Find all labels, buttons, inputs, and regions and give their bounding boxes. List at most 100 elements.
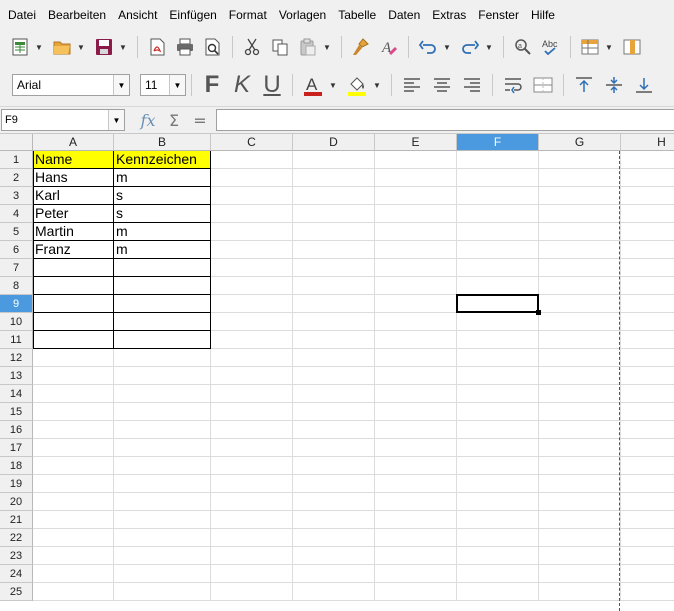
- cell-b17[interactable]: [114, 439, 211, 457]
- cell-g3[interactable]: [539, 187, 621, 205]
- cell-b22[interactable]: [114, 529, 211, 547]
- cell-c17[interactable]: [211, 439, 293, 457]
- cell-c9[interactable]: [211, 295, 293, 313]
- open-dropdown-icon[interactable]: ▼: [76, 33, 86, 61]
- cell-e3[interactable]: [375, 187, 457, 205]
- cell-c10[interactable]: [211, 313, 293, 331]
- cell-f7[interactable]: [457, 259, 539, 277]
- active-cell-cursor[interactable]: [456, 294, 539, 313]
- cell-h5[interactable]: [621, 223, 674, 241]
- cell-c13[interactable]: [211, 367, 293, 385]
- function-wizard-button[interactable]: fx: [135, 109, 161, 131]
- cell-f22[interactable]: [457, 529, 539, 547]
- menu-bearbeiten[interactable]: Bearbeiten: [42, 0, 112, 30]
- row-header-20[interactable]: 20: [0, 493, 33, 511]
- cell-f10[interactable]: [457, 313, 539, 331]
- cell-f5[interactable]: [457, 223, 539, 241]
- row-header-25[interactable]: 25: [0, 583, 33, 601]
- cell-e18[interactable]: [375, 457, 457, 475]
- cell-h3[interactable]: [621, 187, 674, 205]
- cell-d17[interactable]: [293, 439, 375, 457]
- align-bottom-icon[interactable]: [629, 70, 659, 100]
- cell-h11[interactable]: [621, 331, 674, 349]
- cell-a19[interactable]: [33, 475, 114, 493]
- cell-a16[interactable]: [33, 421, 114, 439]
- column-insert-icon[interactable]: [618, 33, 646, 61]
- cell-d8[interactable]: [293, 277, 375, 295]
- wrap-text-icon[interactable]: [498, 70, 528, 100]
- save-dropdown-icon[interactable]: ▼: [118, 33, 128, 61]
- cell-h17[interactable]: [621, 439, 674, 457]
- row-header-19[interactable]: 19: [0, 475, 33, 493]
- cell-d2[interactable]: [293, 169, 375, 187]
- row-header-17[interactable]: 17: [0, 439, 33, 457]
- cell-d6[interactable]: [293, 241, 375, 259]
- cell-a5[interactable]: Martin: [33, 223, 114, 241]
- cell-e4[interactable]: [375, 205, 457, 223]
- cell-f13[interactable]: [457, 367, 539, 385]
- cell-d24[interactable]: [293, 565, 375, 583]
- menu-format[interactable]: Format: [223, 0, 273, 30]
- column-header-a[interactable]: A: [33, 134, 114, 151]
- cell-c1[interactable]: [211, 151, 293, 169]
- cell-c19[interactable]: [211, 475, 293, 493]
- cell-d3[interactable]: [293, 187, 375, 205]
- column-header-e[interactable]: E: [375, 134, 457, 151]
- font-name-dropdown-icon[interactable]: ▼: [113, 75, 129, 95]
- cell-h1[interactable]: [621, 151, 674, 169]
- row-column-icon[interactable]: [576, 33, 604, 61]
- row-header-13[interactable]: 13: [0, 367, 33, 385]
- cell-e8[interactable]: [375, 277, 457, 295]
- cell-d16[interactable]: [293, 421, 375, 439]
- cell-c11[interactable]: [211, 331, 293, 349]
- formula-input[interactable]: [216, 109, 674, 131]
- column-header-h[interactable]: H: [621, 134, 674, 151]
- row-header-16[interactable]: 16: [0, 421, 33, 439]
- cell-f18[interactable]: [457, 457, 539, 475]
- menu-tabelle[interactable]: Tabelle: [332, 0, 382, 30]
- row-header-1[interactable]: 1: [0, 151, 33, 169]
- cell-f24[interactable]: [457, 565, 539, 583]
- spreadsheet-grid[interactable]: A B C D E F G H 1 2 3 4 5 6 7 8 9 10 11 12 13 14 15 16 17 18 19 20 2…: [0, 134, 674, 611]
- merge-cells-icon[interactable]: [528, 70, 558, 100]
- column-header-b[interactable]: B: [114, 134, 211, 151]
- cell-g2[interactable]: [539, 169, 621, 187]
- cell-c6[interactable]: [211, 241, 293, 259]
- cell-g1[interactable]: [539, 151, 621, 169]
- cell-a7[interactable]: [33, 259, 114, 277]
- cell-b5[interactable]: m: [114, 223, 211, 241]
- cell-c14[interactable]: [211, 385, 293, 403]
- cell-d18[interactable]: [293, 457, 375, 475]
- cell-h8[interactable]: [621, 277, 674, 295]
- cell-d11[interactable]: [293, 331, 375, 349]
- cell-b14[interactable]: [114, 385, 211, 403]
- cell-c12[interactable]: [211, 349, 293, 367]
- row-header-22[interactable]: 22: [0, 529, 33, 547]
- name-box[interactable]: F9 ▼: [1, 109, 125, 131]
- row-header-7[interactable]: 7: [0, 259, 33, 277]
- cell-g22[interactable]: [539, 529, 621, 547]
- undo-icon[interactable]: [414, 33, 442, 61]
- print-preview-icon[interactable]: [199, 33, 227, 61]
- menu-einfügen[interactable]: Einfügen: [163, 0, 222, 30]
- cell-a25[interactable]: [33, 583, 114, 601]
- cell-f11[interactable]: [457, 331, 539, 349]
- cell-a13[interactable]: [33, 367, 114, 385]
- cell-a21[interactable]: [33, 511, 114, 529]
- cell-f12[interactable]: [457, 349, 539, 367]
- cell-e20[interactable]: [375, 493, 457, 511]
- cell-h2[interactable]: [621, 169, 674, 187]
- cell-c20[interactable]: [211, 493, 293, 511]
- cell-d23[interactable]: [293, 547, 375, 565]
- cell-b15[interactable]: [114, 403, 211, 421]
- cell-c2[interactable]: [211, 169, 293, 187]
- cell-b21[interactable]: [114, 511, 211, 529]
- cell-g15[interactable]: [539, 403, 621, 421]
- cell-d4[interactable]: [293, 205, 375, 223]
- cell-a6[interactable]: Franz: [33, 241, 114, 259]
- bold-button[interactable]: F: [197, 70, 227, 100]
- cell-g17[interactable]: [539, 439, 621, 457]
- cell-d1[interactable]: [293, 151, 375, 169]
- cell-e14[interactable]: [375, 385, 457, 403]
- font-color-icon[interactable]: A: [298, 70, 328, 100]
